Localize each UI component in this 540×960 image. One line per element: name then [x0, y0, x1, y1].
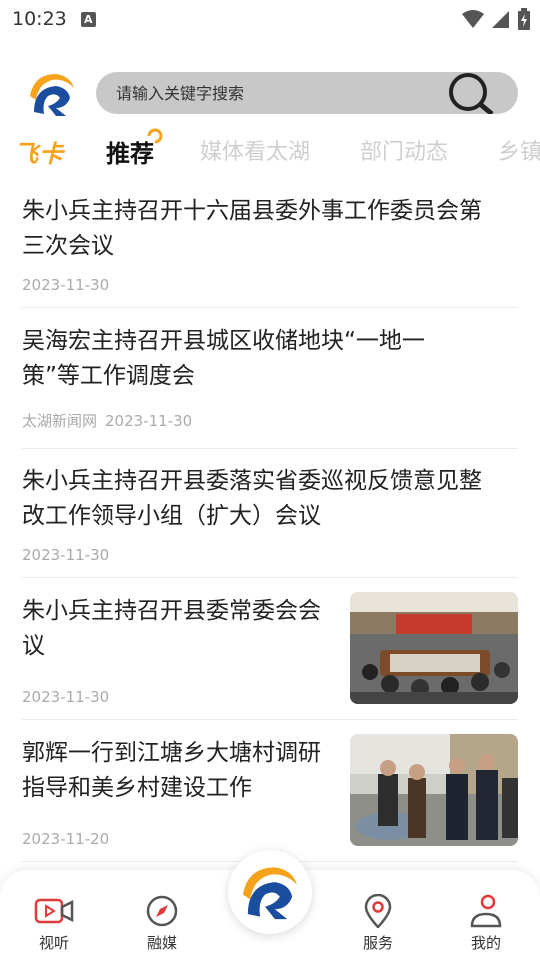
- news-title-line: 指导和美乡村建设工作: [22, 775, 252, 801]
- news-title-line: 议: [22, 633, 45, 659]
- divider: [22, 577, 518, 578]
- news-title-line: 三次会议: [22, 233, 114, 259]
- user-icon: [470, 894, 502, 928]
- nav-label: 我的: [470, 934, 501, 952]
- search-input[interactable]: [116, 72, 436, 114]
- logo-icon: [242, 867, 298, 920]
- nav-item-service[interactable]: 服务: [338, 894, 418, 953]
- nav-item-media[interactable]: 融媒: [122, 894, 202, 953]
- status-time: 10:23: [12, 8, 67, 30]
- notification-a-icon: A: [80, 11, 96, 27]
- news-item[interactable]: 朱小兵主持召开县委落实省委巡视反馈意见整 改工作领导小组（扩大）会议 2023-…: [0, 462, 540, 578]
- news-title: 郭辉一行到江塘乡大塘村调研 指导和美乡村建设工作: [22, 736, 321, 806]
- nav-label: 服务: [362, 934, 393, 952]
- news-meta: 太湖新闻网 2023-11-30: [22, 410, 192, 431]
- signal-icon: [492, 11, 509, 28]
- nav-label: 融媒: [146, 934, 177, 952]
- news-title-line: 策”等工作调度会: [22, 363, 195, 389]
- news-date: 2023-11-20: [22, 830, 110, 848]
- news-meta: 2023-11-30: [22, 688, 109, 706]
- news-title-line: 朱小兵主持召开县委常委会会: [22, 598, 321, 624]
- nav-item-profile[interactable]: 我的: [446, 894, 526, 953]
- divider: [22, 719, 518, 720]
- news-title: 朱小兵主持召开县委落实省委巡视反馈意见整 改工作领导小组（扩大）会议: [22, 464, 482, 534]
- tab-towns[interactable]: 乡镇: [498, 134, 540, 166]
- tab-media[interactable]: 媒体看太湖: [200, 134, 310, 166]
- tab-feika[interactable]: 飞卡: [14, 134, 64, 169]
- village-visit-image: [350, 734, 518, 846]
- compass-icon: [146, 895, 178, 927]
- news-item[interactable]: 朱小兵主持召开十六届县委外事工作委员会第 三次会议 2023-11-30: [0, 192, 540, 308]
- location-pin-icon: [364, 894, 392, 928]
- news-meta: 2023-11-30: [22, 546, 109, 564]
- news-title: 朱小兵主持召开十六届县委外事工作委员会第 三次会议: [22, 194, 482, 264]
- news-meta: 2023-11-20: [22, 830, 109, 848]
- app-logo-icon[interactable]: [26, 68, 78, 120]
- news-title: 朱小兵主持召开县委常委会会 议: [22, 594, 321, 664]
- news-title-line: 朱小兵主持召开十六届县委外事工作委员会第: [22, 198, 482, 224]
- nav-center-home-button[interactable]: [228, 850, 312, 934]
- battery-icon: [518, 8, 530, 30]
- meeting-room-image: [350, 592, 518, 704]
- news-item[interactable]: 朱小兵主持召开县委常委会会 议 2023-11-30: [0, 592, 540, 718]
- divider: [22, 307, 518, 308]
- news-thumbnail[interactable]: [350, 592, 518, 704]
- news-title-line: 朱小兵主持召开县委落实省委巡视反馈意见整: [22, 468, 482, 494]
- nav-label: 视听: [38, 934, 69, 952]
- tab-departments[interactable]: 部门动态: [360, 134, 448, 166]
- search-bar[interactable]: [96, 72, 518, 114]
- news-date: 2023-11-30: [105, 412, 193, 430]
- nav-item-video[interactable]: 视听: [14, 894, 94, 953]
- video-icon: [34, 898, 74, 924]
- search-icon[interactable]: [446, 72, 496, 114]
- news-date: 2023-11-30: [22, 276, 110, 294]
- category-tabs: 飞卡 推荐 媒体看太湖 部门动态 乡镇: [0, 128, 540, 176]
- status-bar: 10:23 A: [0, 0, 540, 38]
- news-title-line: 吴海宏主持召开县城区收储地块“一地一: [22, 328, 425, 354]
- wifi-icon: [462, 10, 484, 28]
- news-item[interactable]: 郭辉一行到江塘乡大塘村调研 指导和美乡村建设工作 2023-11-20: [0, 734, 540, 860]
- news-title: 吴海宏主持召开县城区收储地块“一地一 策”等工作调度会: [22, 324, 425, 394]
- status-icons: [462, 8, 530, 30]
- news-item[interactable]: 吴海宏主持召开县城区收储地块“一地一 策”等工作调度会 太湖新闻网 2023-11…: [0, 322, 540, 448]
- news-title-line: 改工作领导小组（扩大）会议: [22, 503, 321, 529]
- news-date: 2023-11-30: [22, 546, 110, 564]
- news-thumbnail[interactable]: [350, 734, 518, 846]
- news-title-line: 郭辉一行到江塘乡大塘村调研: [22, 740, 321, 766]
- header: [0, 62, 540, 126]
- active-indicator-icon: [147, 128, 163, 144]
- news-source: 太湖新闻网: [22, 412, 98, 430]
- news-meta: 2023-11-30: [22, 276, 109, 294]
- divider: [22, 448, 518, 449]
- news-date: 2023-11-30: [22, 688, 110, 706]
